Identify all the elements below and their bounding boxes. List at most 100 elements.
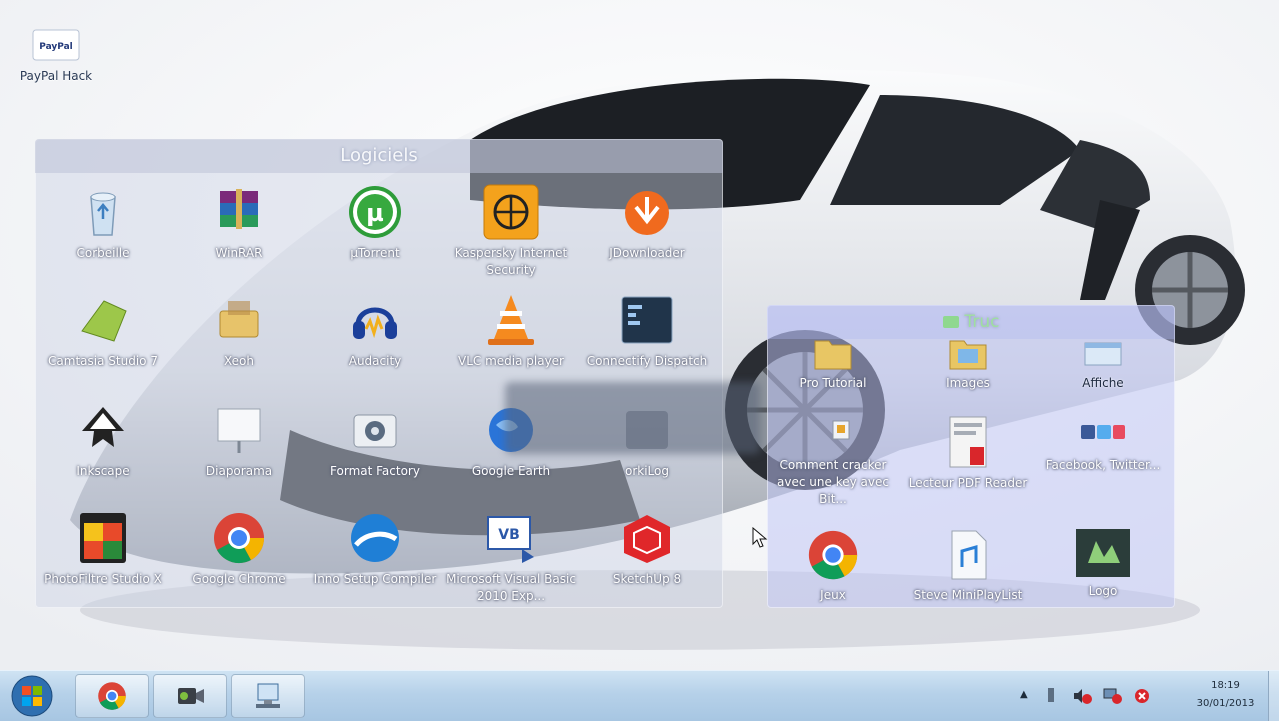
winrar-icon [220, 189, 258, 229]
tile-label: Google Chrome [192, 572, 286, 586]
utorrent-icon: µ [349, 186, 401, 238]
tile-label: Format Factory [330, 464, 420, 478]
tile-label: Images [946, 376, 990, 390]
tile-label: Steve MiniPlayList [913, 588, 1023, 602]
svg-text:PayPal: PayPal [39, 42, 73, 52]
tile-pro-tutorial[interactable]: Pro Tutorial [768, 335, 898, 392]
mouse-cursor-icon [752, 527, 768, 548]
volume-muted-icon[interactable] [1072, 687, 1092, 705]
fence-media-title-text: Truc [964, 312, 1000, 332]
inno-setup-icon [351, 514, 399, 562]
logo-image-icon [1076, 529, 1130, 577]
sketchup-icon [624, 515, 670, 563]
app-window-icon [621, 296, 673, 344]
taskbar-button-network[interactable] [231, 674, 305, 718]
tile-label: Audacity [348, 354, 402, 368]
tile-photofiltre[interactable]: PhotoFiltre Studio X [38, 509, 168, 588]
jdownloader-icon [625, 191, 669, 235]
social-icons-icon [1081, 425, 1125, 439]
visual-basic-icon: VB [487, 516, 534, 563]
network-computer-icon [256, 683, 280, 708]
taskbar: ▲ 18:19 30/01/2013 [0, 670, 1279, 721]
tile-label: orkiLog [625, 464, 669, 478]
folder-icon [942, 316, 959, 328]
tile-label: Xeoh [223, 354, 254, 368]
tile-logo[interactable]: Logo [1038, 527, 1168, 600]
tile-lecteur-pdf[interactable]: Lecteur PDF Reader [903, 413, 1033, 492]
svg-text:µ: µ [366, 199, 384, 227]
tile-label: Corbeille [76, 246, 130, 260]
tile-camtasia[interactable]: Camtasia Studio 7 [38, 291, 168, 370]
window-icon [1084, 342, 1122, 366]
tools-folder-icon [219, 301, 259, 338]
fence-media-title[interactable]: Truc [767, 305, 1175, 339]
tile-label: µTorrent [350, 246, 400, 260]
clock-date: 30/01/2013 [1196, 698, 1255, 709]
fence-media: Truc Pro Tutorial Images Affiche Comment… [767, 305, 1175, 608]
tile-label: Kaspersky Internet Security [454, 246, 568, 277]
system-clock[interactable]: 18:19 30/01/2013 [1178, 677, 1273, 713]
tile-affiche[interactable]: Affiche [1038, 335, 1168, 392]
clock-time: 18:19 [1211, 680, 1240, 691]
tile-connectify[interactable]: Connectify Dispatch [582, 291, 712, 370]
tray-overflow-icon[interactable]: ▲ [1020, 689, 1028, 700]
chrome-icon [98, 682, 126, 710]
desktop-icon-label: PayPal Hack [19, 69, 93, 83]
tile-winrar[interactable]: WinRAR [174, 183, 304, 262]
tile-utorrent[interactable]: µ µTorrent [310, 183, 440, 262]
tile-label: Pro Tutorial [799, 376, 867, 390]
blurred-region [505, 382, 760, 454]
svg-text:VB: VB [498, 527, 520, 543]
photofiltre-icon [80, 513, 126, 563]
show-desktop-button[interactable] [1268, 671, 1279, 721]
tile-audacity[interactable]: Audacity [310, 291, 440, 370]
tile-label: SketchUp 8 [612, 572, 682, 586]
tile-comment-cracker[interactable]: Comment cracker avec une key avec Bit... [768, 413, 898, 508]
tile-visual-basic[interactable]: VB Microsoft Visual Basic 2010 Exp... [446, 509, 576, 605]
audacity-icon [353, 307, 397, 339]
tile-label: PhotoFiltre Studio X [44, 572, 162, 586]
tile-label: Connectify Dispatch [586, 354, 708, 368]
fence-logiciels-title[interactable]: Logiciels [35, 139, 723, 173]
slideshow-icon [217, 408, 261, 453]
tile-label: Microsoft Visual Basic 2010 Exp... [446, 572, 576, 603]
tile-jdownloader[interactable]: JDownloader [582, 183, 712, 262]
tile-label: Google Earth [471, 464, 551, 478]
camtasia-icon [81, 300, 127, 342]
tile-facebook-twitter[interactable]: Facebook, Twitter... [1038, 413, 1168, 474]
kaspersky-icon [483, 184, 539, 240]
tile-format-factory[interactable]: Format Factory [310, 401, 440, 480]
tile-label: Inno Setup Compiler [313, 572, 437, 586]
tile-inkscape[interactable]: Inkscape [38, 401, 168, 480]
network-disconnected-icon[interactable] [1102, 687, 1122, 705]
action-center-alert-icon[interactable] [1132, 687, 1152, 705]
tile-sketchup[interactable]: SketchUp 8 [582, 509, 712, 588]
tile-images[interactable]: Images [903, 335, 1033, 392]
tile-google-chrome[interactable]: Google Chrome [174, 509, 304, 588]
taskbar-button-chrome[interactable] [75, 674, 149, 718]
system-tray: ▲ 18:19 30/01/2013 [1010, 671, 1279, 721]
usb-device-icon[interactable] [1046, 687, 1056, 703]
tile-diaporama[interactable]: Diaporama [174, 401, 304, 480]
tile-vlc[interactable]: VLC media player [446, 291, 576, 370]
tile-inno-setup[interactable]: Inno Setup Compiler [310, 509, 440, 588]
taskbar-button-recorder[interactable] [153, 674, 227, 718]
tile-kaspersky[interactable]: Kaspersky Internet Security [446, 183, 576, 279]
pdf-icon [949, 416, 987, 468]
tile-jeux[interactable]: Jeux [768, 527, 898, 604]
windows-start-icon[interactable] [6, 673, 58, 719]
tile-xeoh[interactable]: Xeoh [174, 291, 304, 370]
tile-corbeille[interactable]: Corbeille [38, 183, 168, 262]
inkscape-icon [82, 407, 124, 447]
image-folder-icon [949, 340, 987, 370]
chrome-icon [808, 530, 858, 580]
tile-steve-miniplaylist[interactable]: Steve MiniPlayList [903, 527, 1033, 604]
folder-icon [814, 340, 852, 370]
tile-label: Affiche [1082, 376, 1124, 390]
tile-label: Inkscape [76, 464, 130, 478]
tile-label: VLC media player [457, 354, 564, 368]
tile-label: Camtasia Studio 7 [48, 354, 158, 368]
tile-label: Lecteur PDF Reader [908, 476, 1028, 490]
desktop-icon-paypal-hack[interactable]: PayPal PayPal Hack [6, 28, 106, 83]
format-factory-icon [353, 414, 397, 448]
